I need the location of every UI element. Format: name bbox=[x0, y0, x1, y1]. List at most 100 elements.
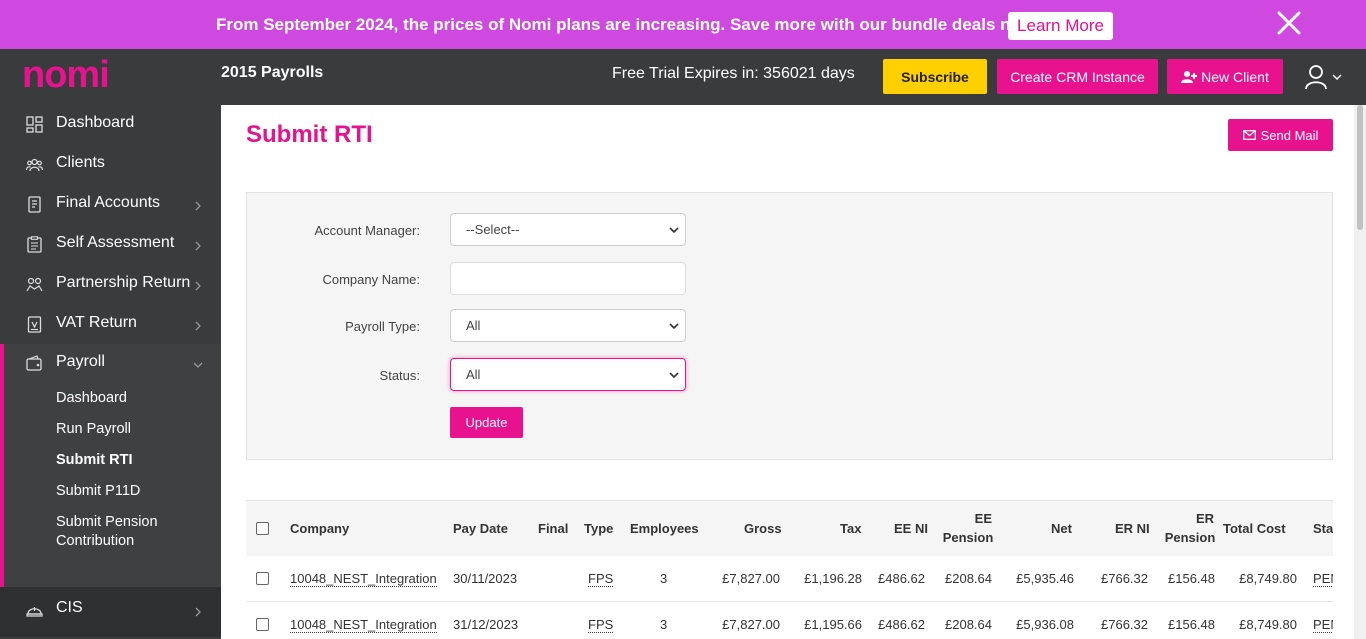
sidebar-item-label: Dashboard bbox=[56, 114, 135, 131]
sidebar-sub-submit-rti[interactable]: Submit RTI bbox=[56, 452, 133, 468]
top-header: nomi 2015 Payrolls Free Trial Expires in… bbox=[0, 49, 1366, 105]
status-select[interactable]: All bbox=[450, 358, 686, 391]
account-manager-label: Account Manager: bbox=[314, 223, 420, 238]
col-er-ni[interactable]: ER NI bbox=[1115, 519, 1150, 538]
update-button[interactable]: Update bbox=[450, 407, 523, 438]
payroll-group: Payroll Dashboard Run Payroll Submit RTI… bbox=[0, 344, 221, 587]
sidebar-item-label: VAT Return bbox=[56, 314, 137, 331]
col-final[interactable]: Final bbox=[538, 519, 568, 538]
row-checkbox[interactable] bbox=[256, 618, 269, 631]
chevron-down-icon bbox=[193, 362, 203, 368]
company-link[interactable]: 10048_NEST_Integration bbox=[290, 617, 437, 633]
chevron-down-icon bbox=[669, 323, 679, 330]
new-client-button[interactable]: New Client bbox=[1167, 59, 1283, 94]
sidebar-sub-dashboard[interactable]: Dashboard bbox=[56, 390, 127, 406]
table-header: Company Pay Date Final Type Employees Gr… bbox=[246, 501, 1333, 556]
er-pension-cell: £156.48 bbox=[1168, 571, 1215, 586]
chevron-down-icon bbox=[669, 372, 679, 379]
col-pay-date[interactable]: Pay Date bbox=[453, 519, 508, 538]
chevron-right-icon bbox=[195, 201, 201, 211]
payroll-type-value: All bbox=[466, 318, 481, 333]
sidebar-item-self-assessment[interactable]: Self Assessment bbox=[0, 225, 221, 265]
page-scrollbar[interactable] bbox=[1354, 105, 1366, 639]
employees-cell: 3 bbox=[660, 571, 668, 586]
col-ee-pension[interactable]: EE Pension bbox=[940, 509, 996, 547]
col-er-pension-line2: Pension bbox=[1164, 530, 1216, 545]
promo-banner: From September 2024, the prices of Nomi … bbox=[0, 0, 1366, 49]
sidebar-item-label: Final Accounts bbox=[56, 194, 161, 211]
user-menu[interactable] bbox=[1304, 63, 1348, 91]
sidebar-item-final-accounts[interactable]: Final Accounts bbox=[0, 185, 221, 225]
company-link[interactable]: 10048_NEST_Integration bbox=[290, 571, 437, 587]
sidebar-sub-submit-p11d[interactable]: Submit P11D bbox=[56, 483, 140, 499]
col-er-pension[interactable]: ER Pension bbox=[1162, 509, 1218, 547]
company-name-input[interactable] bbox=[450, 262, 686, 295]
scrollbar-thumb[interactable] bbox=[1357, 105, 1363, 230]
chevron-right-icon bbox=[195, 607, 201, 617]
status-value: All bbox=[466, 367, 481, 382]
sidebar-item-payroll[interactable]: Payroll bbox=[0, 344, 221, 384]
status-link[interactable]: PEN bbox=[1313, 571, 1333, 587]
document-icon bbox=[28, 196, 41, 213]
sidebar-item-partnership-return[interactable]: Partnership Return bbox=[0, 265, 221, 305]
dashboard-icon bbox=[26, 116, 43, 133]
col-total-cost[interactable]: Total Cost bbox=[1223, 519, 1286, 538]
subscribe-button[interactable]: Subscribe bbox=[883, 59, 987, 94]
account-manager-value: --Select-- bbox=[466, 222, 520, 237]
er-ni-cell: £766.32 bbox=[1101, 571, 1148, 586]
ee-pension-cell: £208.64 bbox=[945, 571, 992, 586]
company-name-label: Company Name: bbox=[322, 272, 420, 287]
gross-cell: £7,827.00 bbox=[722, 571, 780, 586]
status-link[interactable]: PEN bbox=[1313, 617, 1333, 633]
col-gross[interactable]: Gross bbox=[744, 519, 782, 538]
chevron-right-icon bbox=[195, 241, 201, 251]
col-status[interactable]: Sta bbox=[1313, 519, 1333, 538]
page-title: Submit RTI bbox=[246, 121, 373, 148]
pay-date-cell: 30/11/2023 bbox=[453, 571, 518, 586]
sidebar-sub-run-payroll[interactable]: Run Payroll bbox=[56, 421, 131, 437]
col-employees[interactable]: Employees bbox=[630, 519, 699, 538]
trial-expiry-text: Free Trial Expires in: 356021 days bbox=[612, 65, 855, 82]
learn-more-button[interactable]: Learn More bbox=[1008, 12, 1113, 40]
clients-icon bbox=[26, 158, 43, 172]
total-cost-cell: £8,749.80 bbox=[1239, 571, 1297, 586]
select-all-checkbox[interactable] bbox=[256, 522, 269, 535]
create-crm-button[interactable]: Create CRM Instance bbox=[997, 59, 1158, 94]
col-ee-pension-line2: Pension bbox=[942, 530, 994, 545]
close-icon[interactable] bbox=[1276, 10, 1302, 36]
table-row: 10048_NEST_Integration 31/12/2023 FPS 3 … bbox=[246, 602, 1333, 639]
sidebar-sub-contribution[interactable]: Contribution bbox=[56, 533, 134, 549]
total-cost-cell: £8,749.80 bbox=[1239, 617, 1297, 632]
sidebar: Dashboard Clients Final Accounts Self As… bbox=[0, 105, 221, 639]
new-client-label: New Client bbox=[1201, 68, 1269, 85]
envelope-icon bbox=[1242, 130, 1256, 140]
sidebar-item-dashboard[interactable]: Dashboard bbox=[0, 105, 221, 145]
col-type[interactable]: Type bbox=[584, 519, 613, 538]
col-tax[interactable]: Tax bbox=[840, 519, 861, 538]
sidebar-sub-submit-pension[interactable]: Submit Pension bbox=[56, 514, 158, 530]
col-company[interactable]: Company bbox=[290, 519, 349, 538]
sidebar-item-vat-return[interactable]: VAT Return bbox=[0, 305, 221, 345]
account-manager-select[interactable]: --Select-- bbox=[450, 213, 686, 246]
row-checkbox[interactable] bbox=[256, 572, 269, 585]
col-ee-ni[interactable]: EE NI bbox=[894, 519, 928, 538]
tax-cell: £1,195.66 bbox=[804, 617, 862, 632]
sidebar-item-label: CIS bbox=[56, 599, 83, 616]
send-mail-label: Send Mail bbox=[1260, 127, 1319, 143]
type-link[interactable]: FPS bbox=[588, 571, 614, 587]
vat-icon bbox=[27, 316, 42, 333]
partnership-icon bbox=[26, 277, 43, 292]
sidebar-item-label: Self Assessment bbox=[56, 234, 175, 251]
payroll-type-select[interactable]: All bbox=[450, 309, 686, 342]
type-link[interactable]: FPS bbox=[588, 617, 614, 633]
pay-date-cell: 31/12/2023 bbox=[453, 617, 519, 632]
sidebar-item-cis[interactable]: CIS bbox=[0, 587, 221, 637]
table-row: 10048_NEST_Integration 30/11/2023 FPS 3 … bbox=[246, 556, 1333, 602]
er-ni-cell: £766.32 bbox=[1101, 617, 1148, 632]
col-net[interactable]: Net bbox=[1051, 519, 1072, 538]
sidebar-item-clients[interactable]: Clients bbox=[0, 145, 221, 185]
gross-cell: £7,827.00 bbox=[722, 617, 780, 632]
send-mail-button[interactable]: Send Mail bbox=[1228, 119, 1333, 151]
col-er-pension-line1: ER bbox=[1195, 511, 1214, 526]
nomi-logo[interactable]: nomi bbox=[22, 54, 122, 96]
